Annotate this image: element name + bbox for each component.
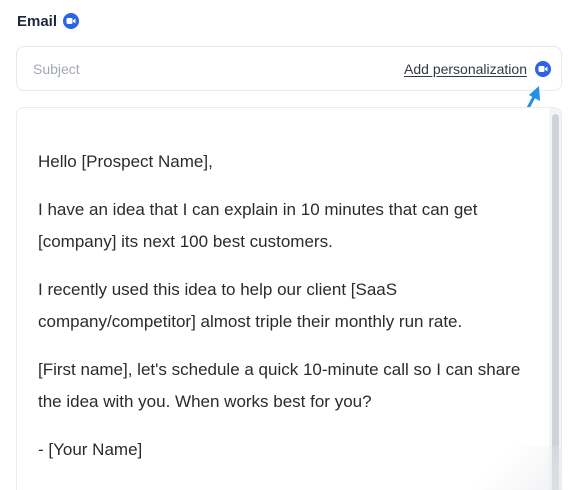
- email-section-header: Email: [17, 11, 80, 31]
- body-paragraph: I have an idea that I can explain in 10 …: [38, 200, 478, 251]
- body-paragraph: [First name], let's schedule a quick 10-…: [38, 360, 521, 411]
- body-paragraph: - [Your Name]: [38, 440, 143, 459]
- video-icon[interactable]: [63, 13, 80, 29]
- personalization-video-icon[interactable]: [535, 60, 551, 77]
- subject-input[interactable]: [33, 60, 333, 77]
- add-personalization-link[interactable]: Add personalization: [404, 61, 527, 77]
- subject-field-container: Add personalization: [16, 46, 562, 91]
- email-body-editor[interactable]: Hello [Prospect Name], I have an idea th…: [16, 107, 562, 490]
- email-body-text[interactable]: Hello [Prospect Name], I have an idea th…: [38, 146, 528, 482]
- body-paragraph: I recently used this idea to help our cl…: [38, 280, 463, 331]
- personalization-group: Add personalization: [404, 60, 551, 77]
- email-composer: Email Add personalization Hello [Prospec…: [0, 0, 571, 490]
- editor-scrollbar-thumb[interactable]: [552, 114, 559, 490]
- section-title: Email: [17, 12, 58, 30]
- editor-scrollbar[interactable]: [549, 108, 561, 490]
- body-paragraph: Hello [Prospect Name],: [38, 152, 213, 171]
